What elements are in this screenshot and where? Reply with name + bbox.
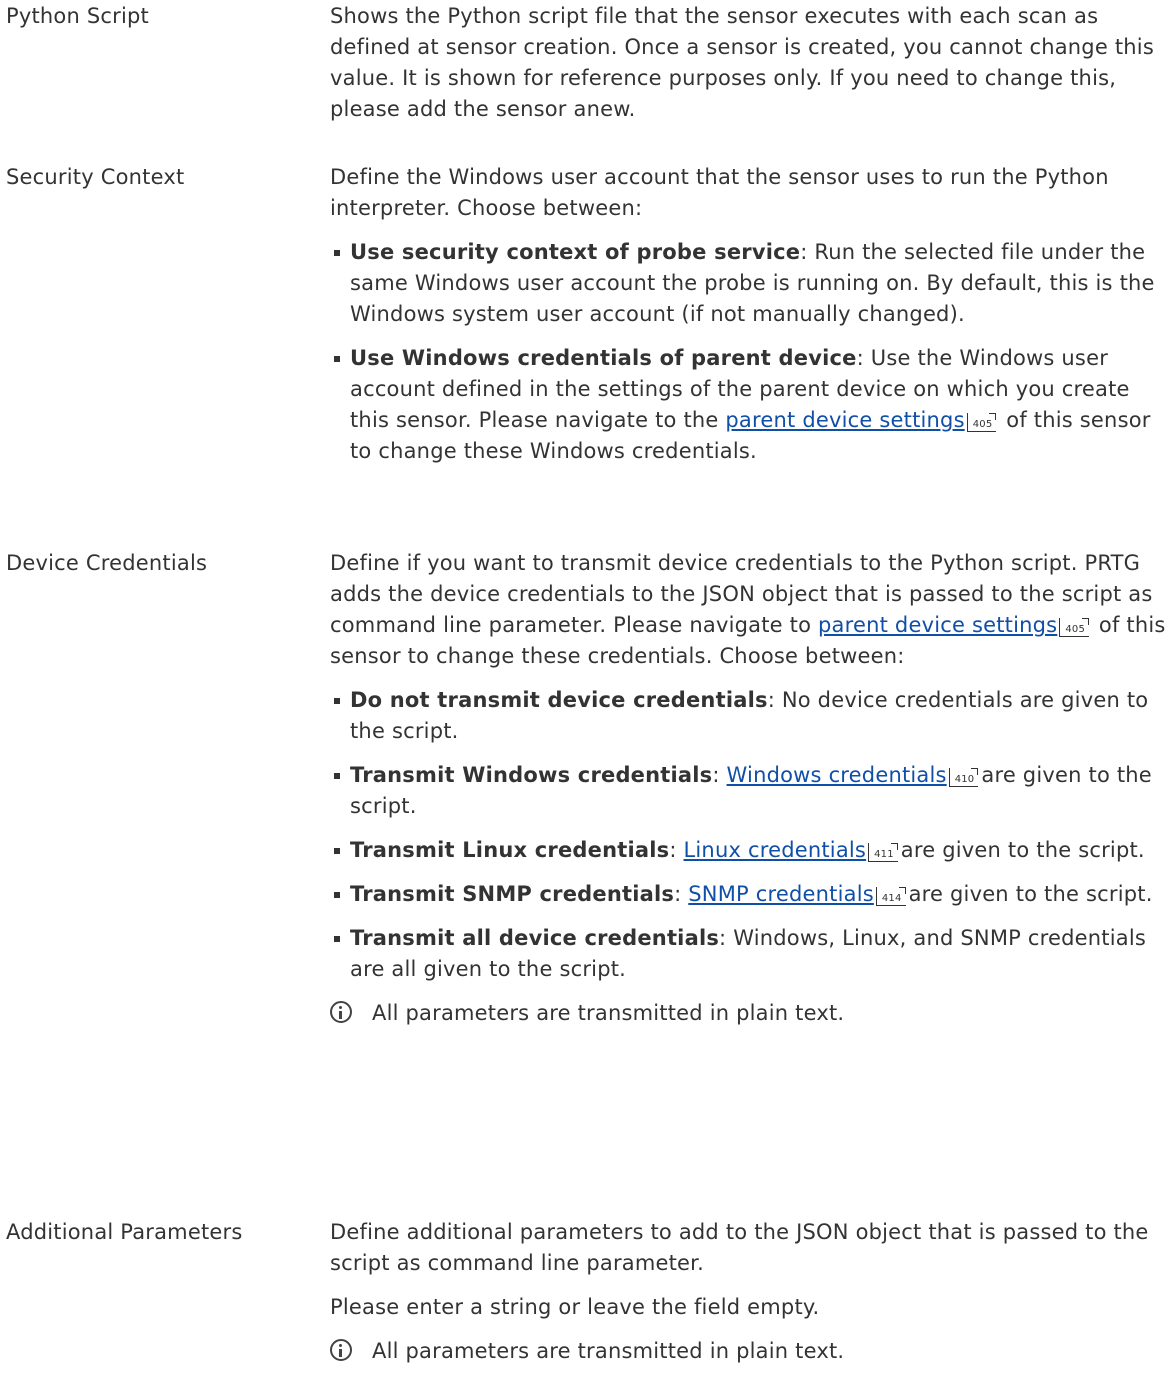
additional-parameters-content: Define additional parameters to add to t… (330, 1217, 1170, 1367)
security-context-options: Use security context of probe service: R… (330, 237, 1170, 467)
bullet-icon (334, 250, 340, 256)
linux-credentials-link[interactable]: Linux credentials (684, 838, 867, 862)
separator: : (669, 838, 684, 862)
additional-parameters-label: Additional Parameters (6, 1220, 243, 1244)
bullet-icon (334, 773, 340, 779)
option-text: are given to the script. (900, 838, 1145, 862)
info-icon (330, 1339, 352, 1361)
page-reference-number: 410 (954, 774, 975, 785)
list-item: Transmit Windows credentials: Windows cr… (330, 760, 1170, 822)
page-reference-number: 405 (972, 419, 993, 430)
page-reference[interactable]: 414 (875, 887, 906, 906)
additional-parameters-description: Define additional parameters to add to t… (330, 1220, 1149, 1275)
device-credentials-content: Define if you want to transmit device cr… (330, 548, 1170, 1029)
option-term: Transmit Linux credentials (350, 838, 670, 862)
bullet-icon (334, 698, 340, 704)
plain-text-note: All parameters are transmitted in plain … (330, 1336, 1170, 1367)
page-reference-number: 411 (874, 849, 894, 860)
page-corner-icon (971, 768, 979, 775)
option-term: Do not transmit device credentials (350, 688, 768, 712)
device-credentials-options: Do not transmit device credentials: No d… (330, 685, 1170, 985)
page-corner-icon (989, 413, 997, 420)
page-reference[interactable]: 405 (966, 413, 997, 432)
page-reference[interactable]: 411 (868, 843, 898, 862)
page-reference[interactable]: 405 (1059, 618, 1090, 637)
separator: : (674, 882, 689, 906)
additional-parameters-hint: Please enter a string or leave the field… (330, 1295, 820, 1319)
page-corner-icon (898, 887, 906, 894)
device-credentials-intro: Define if you want to transmit device cr… (330, 548, 1170, 672)
option-text: are given to the script. (908, 882, 1153, 906)
list-item: Transmit Linux credentials: Linux creden… (330, 835, 1170, 866)
plain-text-note: All parameters are transmitted in plain … (330, 998, 1170, 1029)
page-reference[interactable]: 410 (948, 768, 979, 787)
list-item: Use Windows credentials of parent device… (330, 343, 1170, 467)
note-text: All parameters are transmitted in plain … (372, 1339, 845, 1363)
bullet-icon (334, 356, 340, 362)
device-credentials-label: Device Credentials (6, 551, 208, 575)
parent-device-settings-link[interactable]: parent device settings (725, 408, 964, 432)
python-script-content: Shows the Python script file that the se… (330, 1, 1170, 138)
security-context-label: Security Context (6, 165, 185, 189)
bullet-icon (334, 892, 340, 898)
separator: : (712, 763, 727, 787)
bullet-icon (334, 936, 340, 942)
security-context-content: Define the Windows user account that the… (330, 162, 1170, 480)
option-term: Transmit Windows credentials (350, 763, 713, 787)
parent-device-settings-link[interactable]: parent device settings (818, 613, 1057, 637)
python-script-description: Shows the Python script file that the se… (330, 4, 1154, 121)
option-term: Use Windows credentials of parent device (350, 346, 857, 370)
info-icon (330, 1001, 352, 1023)
python-script-label: Python Script (6, 4, 149, 28)
list-item: Do not transmit device credentials: No d… (330, 685, 1170, 747)
page-reference-number: 405 (1065, 624, 1086, 635)
list-item: Transmit SNMP credentials: SNMP credenti… (330, 879, 1170, 910)
security-context-intro: Define the Windows user account that the… (330, 165, 1109, 220)
list-item: Use security context of probe service: R… (330, 237, 1170, 330)
page-reference-number: 414 (881, 893, 902, 904)
windows-credentials-link[interactable]: Windows credentials (727, 763, 947, 787)
option-term: Transmit all device credentials (350, 926, 720, 950)
page-corner-icon (1082, 618, 1090, 625)
bullet-icon (334, 848, 340, 854)
option-term: Use security context of probe service (350, 240, 801, 264)
option-term: Transmit SNMP credentials (350, 882, 675, 906)
list-item: Transmit all device credentials: Windows… (330, 923, 1170, 985)
page-corner-icon (890, 843, 898, 850)
note-text: All parameters are transmitted in plain … (372, 1001, 845, 1025)
snmp-credentials-link[interactable]: SNMP credentials (688, 882, 874, 906)
